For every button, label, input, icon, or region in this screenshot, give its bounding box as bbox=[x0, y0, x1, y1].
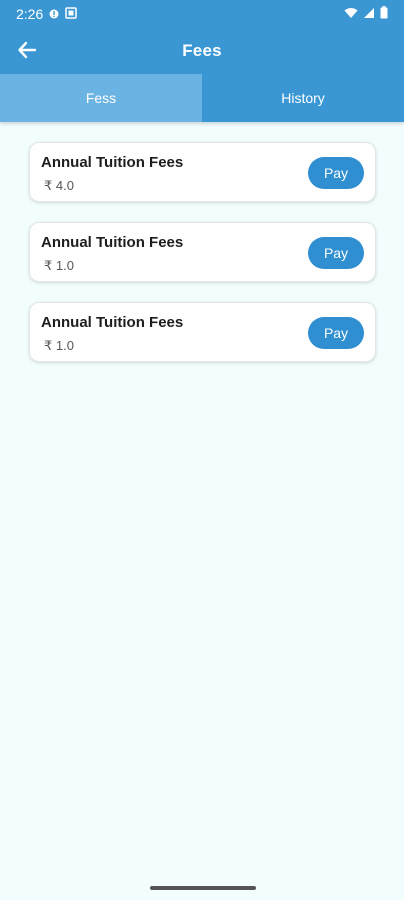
tab-history[interactable]: History bbox=[202, 74, 404, 122]
app-bar: Fees bbox=[0, 28, 404, 74]
fee-card: Annual Tuition Fees ₹ 1.0 Pay bbox=[29, 302, 376, 362]
screenshot-icon bbox=[65, 6, 77, 22]
status-time: 2:26 bbox=[16, 6, 44, 22]
fee-title: Annual Tuition Fees bbox=[41, 154, 184, 171]
status-bar: 2:26 bbox=[0, 0, 404, 28]
fee-amount: ₹ 4.0 bbox=[44, 178, 74, 193]
home-indicator[interactable] bbox=[150, 886, 256, 890]
tab-bar: Fess History bbox=[0, 74, 404, 122]
page-title: Fees bbox=[182, 41, 222, 60]
pay-button[interactable]: Pay bbox=[308, 317, 364, 349]
fee-title: Annual Tuition Fees bbox=[41, 314, 184, 331]
status-left: 2:26 bbox=[16, 6, 77, 22]
fee-card: Annual Tuition Fees ₹ 1.0 Pay bbox=[29, 222, 376, 282]
notification-dot-icon bbox=[49, 6, 59, 22]
fee-card: Annual Tuition Fees ₹ 4.0 Pay bbox=[29, 142, 376, 202]
pay-button[interactable]: Pay bbox=[308, 157, 364, 189]
arrow-left-icon bbox=[16, 39, 38, 66]
pay-button[interactable]: Pay bbox=[308, 237, 364, 269]
fee-amount: ₹ 1.0 bbox=[44, 258, 74, 273]
fee-title: Annual Tuition Fees bbox=[41, 234, 184, 251]
tab-fess[interactable]: Fess bbox=[0, 74, 202, 122]
battery-icon bbox=[380, 6, 388, 22]
signal-icon bbox=[363, 6, 375, 22]
fee-list: Annual Tuition Fees ₹ 4.0 Pay Annual Tui… bbox=[29, 142, 376, 382]
status-right bbox=[344, 6, 388, 22]
back-button[interactable] bbox=[10, 35, 44, 69]
fee-amount: ₹ 1.0 bbox=[44, 338, 74, 353]
wifi-icon bbox=[344, 6, 358, 22]
